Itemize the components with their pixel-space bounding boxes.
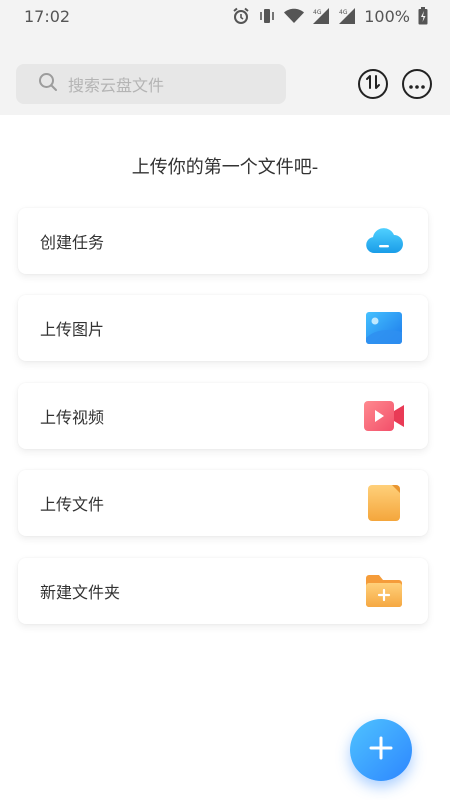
new-folder-card[interactable]: 新建文件夹 bbox=[18, 558, 428, 624]
search-placeholder: 搜索云盘文件 bbox=[68, 76, 165, 95]
add-fab-button[interactable] bbox=[350, 719, 412, 781]
card-label: 上传文件 bbox=[40, 495, 105, 514]
card-label: 上传视频 bbox=[40, 408, 105, 427]
transfer-icon bbox=[365, 74, 381, 94]
upload-file-card[interactable]: 上传文件 bbox=[18, 470, 428, 536]
card-label: 创建任务 bbox=[40, 233, 105, 252]
battery-icon bbox=[418, 7, 428, 25]
vibrate-icon bbox=[258, 7, 276, 25]
video-icon bbox=[364, 396, 404, 436]
upload-image-card[interactable]: 上传图片 bbox=[18, 295, 428, 361]
create-task-card[interactable]: 创建任务 bbox=[18, 208, 428, 274]
transfer-button[interactable] bbox=[358, 69, 388, 99]
more-button[interactable] bbox=[402, 69, 432, 99]
more-icon bbox=[409, 75, 425, 94]
top-area: 17:02 4G 4G 100% 搜索云盘文件 bbox=[0, 0, 450, 115]
signal-icon-1: 4G bbox=[312, 7, 330, 25]
status-bar: 17:02 4G 4G 100% bbox=[0, 0, 450, 32]
battery-text: 100% bbox=[364, 6, 410, 26]
cloud-icon bbox=[364, 221, 404, 261]
card-label: 新建文件夹 bbox=[40, 583, 121, 602]
folder-add-icon bbox=[364, 571, 404, 611]
card-label: 上传图片 bbox=[40, 320, 105, 339]
top-actions bbox=[358, 69, 432, 99]
main-content: 上传你的第一个文件吧- 创建任务 上传图片 上传视频 上传文件 新建文件夹 bbox=[0, 115, 450, 800]
upload-video-card[interactable]: 上传视频 bbox=[18, 383, 428, 449]
svg-text:4G: 4G bbox=[313, 9, 322, 16]
image-icon bbox=[364, 308, 404, 348]
alarm-icon bbox=[232, 7, 250, 25]
empty-hint: 上传你的第一个文件吧- bbox=[131, 157, 319, 178]
svg-text:4G: 4G bbox=[339, 9, 348, 16]
signal-icon-2: 4G bbox=[338, 7, 356, 25]
file-icon bbox=[364, 483, 404, 523]
search-input[interactable]: 搜索云盘文件 bbox=[16, 64, 286, 104]
wifi-icon bbox=[284, 8, 305, 24]
status-icons: 4G 4G 100% bbox=[232, 7, 428, 26]
search-icon bbox=[38, 72, 58, 96]
plus-icon bbox=[369, 736, 393, 764]
search-row: 搜索云盘文件 bbox=[16, 64, 432, 104]
status-time: 17:02 bbox=[24, 6, 71, 26]
